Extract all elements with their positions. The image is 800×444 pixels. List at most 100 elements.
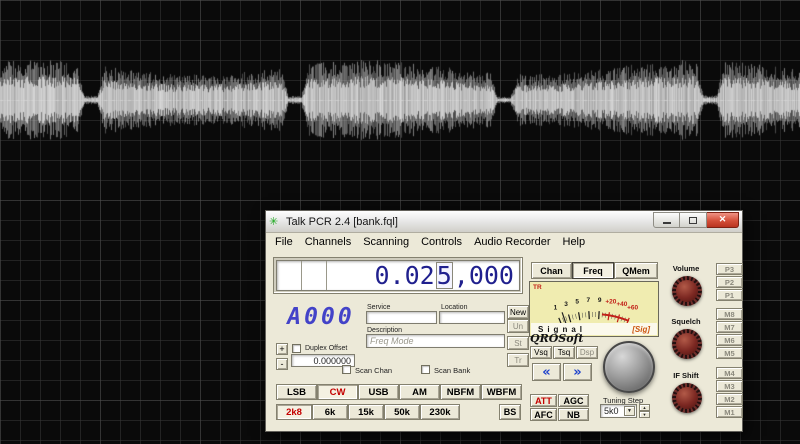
un-button[interactable]: Un [507,319,529,333]
svg-text:1: 1 [554,305,558,312]
maximize-icon [689,216,697,224]
memory-m2-button[interactable]: M2 [716,393,743,405]
nb-button[interactable]: NB [558,408,589,421]
scan-chan-checkbox[interactable] [342,365,351,374]
sig-readout: [Sig] [632,324,650,334]
svg-text:5: 5 [575,298,579,305]
memory-m5-button[interactable]: M5 [716,347,743,359]
svg-text:+20: +20 [605,298,616,305]
mode-usb-button[interactable]: USB [358,384,399,400]
tab-qmem[interactable]: QMem [614,262,658,279]
tuning-step-value: 5k0 [604,406,619,416]
location-label: Location [441,304,468,311]
bs-button[interactable]: BS [499,404,521,420]
tab-freq[interactable]: Freq [572,262,614,279]
spectrum-background: Talk PCR 2.4 [bank.fql] ✕ File Channels … [0,0,800,444]
app-icon [269,216,281,228]
step-down-button[interactable]: « [532,363,561,381]
if-shift-label: IF Shift [673,371,699,380]
signal-meter: TR 1 3 5 7 9 +20 +40 +60 Signal [Sig] [529,281,659,337]
memory-m4-button[interactable]: M4 [716,367,743,379]
preset-p1-button[interactable]: P1 [716,289,743,301]
mode-lsb-button[interactable]: LSB [276,384,317,400]
filter-50k-button[interactable]: 50k [384,404,420,420]
client-area: 0.02 5,000 Chan Freq QMem TR 1 3 5 7 9 +20 +40 +… [266,251,743,431]
dsp-button[interactable]: Dsp [576,346,598,359]
tuning-spinner[interactable] [639,404,650,418]
step-up-button[interactable]: » [563,363,592,381]
mode-cw-button[interactable]: CW [317,384,358,400]
description-input[interactable]: Freq Mode [366,334,505,348]
tab-chan[interactable]: Chan [531,262,572,279]
menu-help[interactable]: Help [557,235,592,249]
menu-channels[interactable]: Channels [299,235,357,249]
preset-p3-button[interactable]: P3 [716,263,743,275]
maximize-button[interactable] [680,211,707,228]
meter-scale: 13 5 7 9 +20 +40+60 [554,297,638,327]
service-input[interactable] [366,311,437,324]
service-label: Service [367,304,391,311]
filter-230k-button[interactable]: 230k [420,404,460,420]
description-label: Description [367,327,403,334]
window-titlebar[interactable]: Talk PCR 2.4 [bank.fql] ✕ [266,211,742,233]
frequency-display: 0.02 5,000 [273,257,523,294]
svg-text:3: 3 [564,301,568,308]
scan-chan-label: Scan Chan [355,366,393,375]
menu-file[interactable]: File [269,235,299,249]
menu-bar: File Channels Scanning Controls Audio Re… [266,233,742,251]
memory-m3-button[interactable]: M3 [716,380,743,392]
spinner-up-icon[interactable] [639,404,650,411]
menu-controls[interactable]: Controls [415,235,468,249]
window-title: Talk PCR 2.4 [bank.fql] [286,215,398,228]
talk-pcr-window: Talk PCR 2.4 [bank.fql] ✕ File Channels … [265,210,743,432]
squelch-knob[interactable] [672,329,702,359]
afc-button[interactable]: AFC [530,408,557,421]
menu-audio-recorder[interactable]: Audio Recorder [468,235,556,249]
att-button[interactable]: ATT [530,394,557,407]
agc-button[interactable]: AGC [558,394,589,407]
mode-nbfm-button[interactable]: NBFM [440,384,481,400]
frequency-digits[interactable]: 0.02 5,000 [327,261,519,290]
memory-m8-button[interactable]: M8 [716,308,743,320]
filter-6k-button[interactable]: 6k [312,404,348,420]
duplex-checkbox[interactable] [292,344,301,353]
duplex-offset-label: Duplex Offset [305,345,348,352]
mode-am-button[interactable]: AM [399,384,440,400]
memory-m6-button[interactable]: M6 [716,334,743,346]
duplex-minus-button[interactable]: - [276,358,288,370]
qrosoft-logo: QROSoft [530,332,584,345]
filter-2k8-button[interactable]: 2k8 [276,404,312,420]
new-button[interactable]: New [507,305,529,319]
menu-scanning[interactable]: Scanning [357,235,415,249]
tr-button[interactable]: Tr [507,353,529,367]
squelch-label: Squelch [671,317,701,326]
frequency-post: ,000 [453,261,514,290]
volume-knob[interactable] [672,276,702,306]
vsq-button[interactable]: Vsq [530,346,552,359]
description-value: Freq Mode [370,336,414,346]
frequency-ghz-cell [277,261,302,290]
memory-m7-button[interactable]: M7 [716,321,743,333]
mode-wbfm-button[interactable]: WBFM [481,384,522,400]
tuning-step-dropdown[interactable]: 5k0 [600,404,637,418]
tuning-knob[interactable] [603,341,655,393]
filter-15k-button[interactable]: 15k [348,404,384,420]
frequency-cursor-digit[interactable]: 5 [435,262,453,289]
scan-bank-checkbox[interactable] [421,365,430,374]
st-button[interactable]: St [507,336,529,350]
preset-p2-button[interactable]: P2 [716,276,743,288]
svg-text:9: 9 [598,297,602,304]
minimize-button[interactable] [653,211,680,228]
scan-bank-label: Scan Bank [434,366,471,375]
duplex-plus-button[interactable]: + [276,343,288,355]
close-button[interactable]: ✕ [707,211,739,228]
memory-m1-button[interactable]: M1 [716,406,743,418]
frequency-mhz-cell [302,261,327,290]
svg-text:+60: +60 [627,305,638,312]
tsq-button[interactable]: Tsq [553,346,575,359]
spinner-down-icon[interactable] [639,411,650,418]
if-shift-knob[interactable] [672,383,702,413]
location-input[interactable] [439,311,505,324]
dropdown-arrow-icon[interactable] [624,406,635,416]
volume-label: Volume [672,264,700,273]
